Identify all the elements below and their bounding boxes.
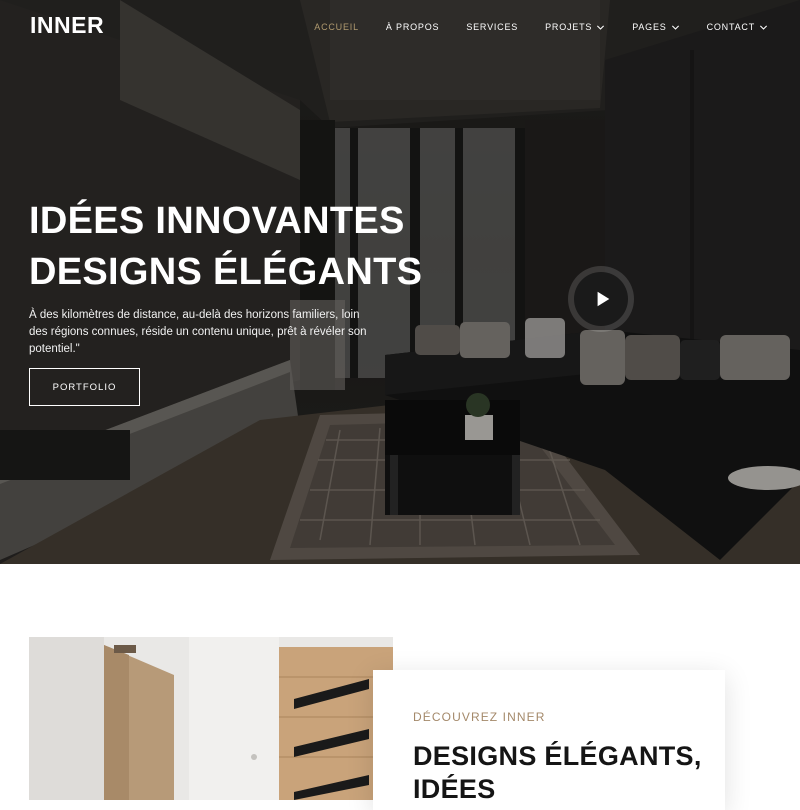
play-video-button[interactable] bbox=[568, 266, 634, 332]
about-image bbox=[29, 637, 393, 800]
about-card: DÉCOUVREZ INNER DESIGNS ÉLÉGANTS, IDÉES bbox=[373, 670, 725, 810]
top-navigation: INNER ACCUEIL À PROPOS SERVICES PROJETS … bbox=[0, 0, 800, 54]
nav-item-label: PROJETS bbox=[545, 22, 593, 32]
nav-item-accueil[interactable]: ACCUEIL bbox=[314, 20, 359, 34]
nav-item-label: ACCUEIL bbox=[314, 22, 359, 32]
main-menu: ACCUEIL À PROPOS SERVICES PROJETS PAGES bbox=[287, 20, 768, 34]
hero-headline: IDÉES INNOVANTES DESIGNS ÉLÉGANTS bbox=[29, 196, 422, 298]
portfolio-button[interactable]: PORTFOLIO bbox=[29, 368, 140, 406]
nav-item-projets[interactable]: PROJETS bbox=[545, 20, 605, 34]
nav-item-services[interactable]: SERVICES bbox=[466, 20, 518, 34]
play-icon bbox=[597, 291, 609, 307]
hero-headline-line-1: IDÉES INNOVANTES bbox=[29, 200, 405, 242]
nav-item-pages[interactable]: PAGES bbox=[632, 20, 679, 34]
chevron-down-icon bbox=[759, 23, 768, 32]
chevron-down-icon bbox=[596, 23, 605, 32]
hero-section: INNER ACCUEIL À PROPOS SERVICES PROJETS … bbox=[0, 0, 800, 564]
nav-item-label: SERVICES bbox=[466, 22, 519, 32]
play-button-circle bbox=[574, 272, 628, 326]
nav-item-label: À PROPOS bbox=[385, 22, 440, 32]
chevron-down-icon bbox=[671, 23, 680, 32]
site-logo[interactable]: INNER bbox=[30, 12, 104, 39]
hero-lead-text: À des kilomètres de distance, au-delà de… bbox=[29, 309, 367, 355]
nav-item-label: CONTACT bbox=[706, 22, 755, 32]
nav-item-a-propos[interactable]: À PROPOS bbox=[386, 20, 439, 34]
about-eyebrow: DÉCOUVREZ INNER bbox=[413, 710, 546, 724]
hero-headline-line-2: DESIGNS ÉLÉGANTS bbox=[29, 251, 423, 293]
nav-item-label: PAGES bbox=[632, 22, 667, 32]
portfolio-button-label: PORTFOLIO bbox=[52, 381, 117, 393]
nav-item-contact[interactable]: CONTACT bbox=[707, 20, 768, 34]
about-title: DESIGNS ÉLÉGANTS, IDÉES bbox=[413, 741, 702, 804]
